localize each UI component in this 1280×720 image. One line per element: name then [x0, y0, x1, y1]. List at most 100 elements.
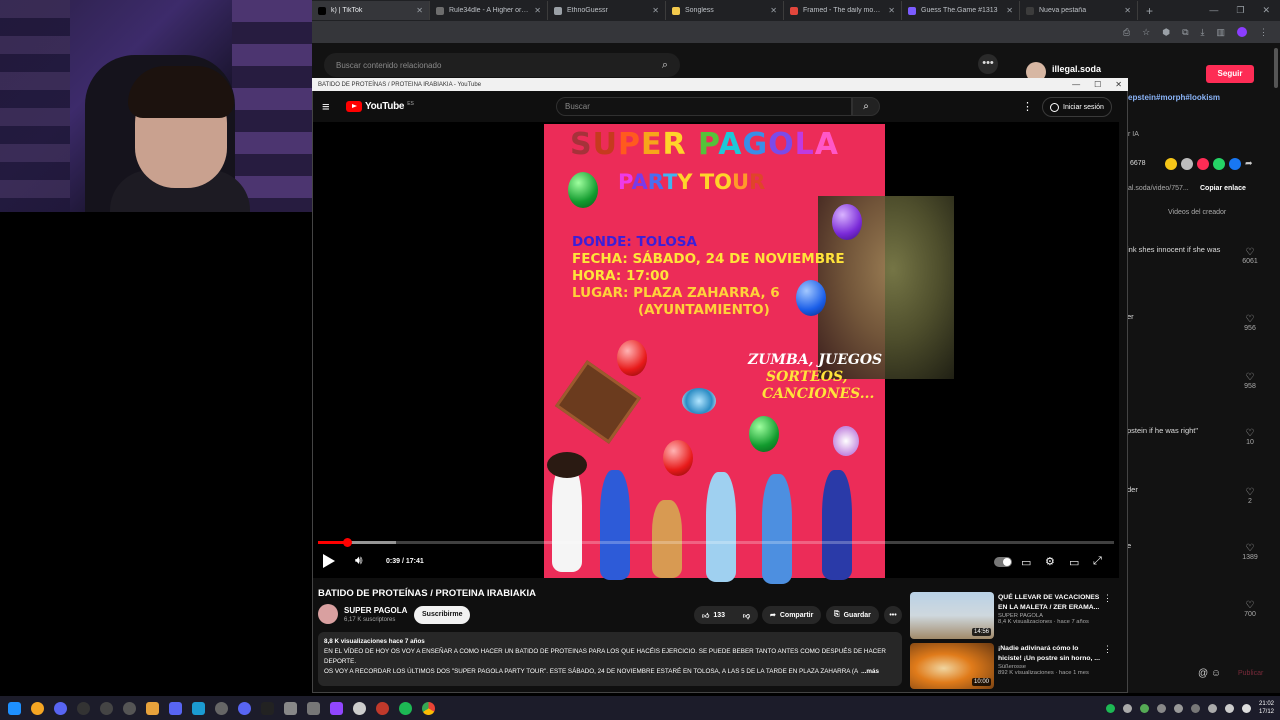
- share-button[interactable]: ➦ Compartir: [762, 606, 822, 624]
- hamburger-menu-icon[interactable]: ≡: [322, 99, 330, 114]
- youtube-logo[interactable]: YouTube ES: [346, 101, 414, 112]
- puzzle-icon[interactable]: ⧉: [1182, 27, 1188, 38]
- wifi-icon[interactable]: [1224, 703, 1234, 713]
- follow-button[interactable]: Seguir: [1206, 65, 1254, 83]
- emoji-icon[interactable]: @ ☺: [1198, 668, 1221, 679]
- whatsapp-icon[interactable]: [1213, 158, 1225, 170]
- recommendation-title[interactable]: QUÉ LLEVAR DE VACACIONES EN LA MALETA / …: [998, 593, 1100, 613]
- browser-tab[interactable]: Guess The.Game #1313 ✕: [902, 1, 1020, 20]
- fullscreen-icon[interactable]: ⤢: [1093, 555, 1102, 568]
- maximize-icon[interactable]: ❐: [1236, 5, 1244, 16]
- like-count[interactable]: 133: [713, 612, 725, 619]
- dislike-icon[interactable]: 👎︎: [743, 611, 750, 620]
- comment-like-button[interactable]: ♡ 1389: [1238, 543, 1262, 561]
- bookmark-star-icon[interactable]: ☆: [1142, 27, 1150, 38]
- volume-icon[interactable]: 🔊︎: [355, 553, 363, 568]
- forward-arrow-icon[interactable]: ➦: [1245, 158, 1253, 170]
- tiktok-search-bar[interactable]: Buscar contenido relacionado ⌕: [324, 53, 680, 77]
- minimize-icon[interactable]: —: [1072, 80, 1080, 89]
- tray-icon[interactable]: [1173, 703, 1183, 713]
- comment-like-button[interactable]: ♡ 958: [1238, 372, 1262, 390]
- spotify-icon[interactable]: [399, 701, 412, 715]
- close-tab-icon[interactable]: ✕: [652, 6, 659, 15]
- search-icon[interactable]: ⌕: [662, 59, 668, 72]
- browser-tab[interactable]: Nueva pestaña ✕: [1020, 1, 1138, 20]
- youtube-search-input[interactable]: Buscar: [556, 97, 852, 116]
- recommendation-menu-icon[interactable]: ⋮: [1103, 644, 1112, 655]
- search-icon[interactable]: ⌕: [852, 97, 880, 116]
- subtitles-icon[interactable]: ▭: [1021, 556, 1031, 569]
- maximize-icon[interactable]: ☐: [1094, 80, 1101, 89]
- app-icon[interactable]: [123, 701, 136, 715]
- browser-tab[interactable]: Songless ✕: [666, 1, 784, 20]
- app-icon[interactable]: [77, 701, 90, 715]
- comment-like-button[interactable]: ♡ 700: [1238, 600, 1262, 618]
- downloads-icon[interactable]: ⤓: [1201, 27, 1205, 38]
- signin-button[interactable]: Iniciar sesión: [1042, 97, 1112, 117]
- share-icon-yellow[interactable]: [1165, 158, 1177, 170]
- obs-icon[interactable]: [376, 701, 389, 715]
- app-icon[interactable]: [284, 701, 297, 715]
- play-icon[interactable]: [323, 554, 335, 568]
- app-icon[interactable]: [307, 701, 320, 715]
- steam-icon[interactable]: [192, 701, 205, 715]
- tray-icon[interactable]: [1207, 703, 1217, 713]
- copy-link-button[interactable]: Copiar enlace: [1200, 185, 1246, 192]
- search-icon[interactable]: [31, 701, 44, 715]
- creator-videos-tab[interactable]: Videos del creador: [1168, 209, 1226, 216]
- recommendation-title[interactable]: ¡Nadie adivinará cómo lo hiciste! ¡Un po…: [998, 644, 1100, 664]
- browser-tab[interactable]: EthnoGuessr ✕: [548, 1, 666, 20]
- subscribe-button[interactable]: Suscribirme: [414, 606, 471, 624]
- tiktok-search-input[interactable]: Buscar contenido relacionado: [336, 61, 441, 70]
- browser-tab[interactable]: k) | TikTok ✕: [312, 1, 430, 20]
- save-button[interactable]: ⎘ Guardar: [826, 606, 879, 624]
- recommendation-item[interactable]: QUÉ LLEVAR DE VACACIONES EN LA MALETA / …: [998, 593, 1100, 625]
- windows-start-icon[interactable]: [8, 701, 21, 715]
- facebook-icon[interactable]: [1229, 158, 1241, 170]
- publish-button[interactable]: Publicar: [1238, 670, 1263, 677]
- close-icon[interactable]: ✕: [1115, 80, 1122, 89]
- discord-icon[interactable]: [238, 701, 251, 715]
- close-icon[interactable]: ✕: [1262, 5, 1270, 16]
- close-tab-icon[interactable]: ✕: [534, 6, 541, 15]
- app-icon[interactable]: [146, 701, 159, 715]
- comment-like-button[interactable]: ♡ 956: [1238, 314, 1262, 332]
- theater-mode-icon[interactable]: ▭: [1069, 556, 1079, 569]
- more-options-icon[interactable]: •••: [978, 54, 998, 74]
- app-icon[interactable]: [353, 701, 366, 715]
- tray-icon[interactable]: [1190, 703, 1200, 713]
- tiktok-icon[interactable]: [261, 701, 274, 715]
- close-tab-icon[interactable]: ✕: [888, 6, 895, 15]
- close-tab-icon[interactable]: ✕: [1006, 6, 1013, 15]
- new-tab-button[interactable]: +: [1138, 4, 1161, 18]
- app-icon[interactable]: [100, 701, 113, 715]
- sidepanel-icon[interactable]: ▥: [1216, 27, 1225, 38]
- comment-like-button[interactable]: ♡ 2: [1238, 487, 1262, 505]
- video-description[interactable]: 8,8 K visualizaciones hace 7 años EN EL …: [318, 632, 902, 686]
- app-icon[interactable]: [54, 701, 67, 715]
- progress-bar[interactable]: [318, 541, 1114, 544]
- scrollbar[interactable]: [1274, 48, 1278, 88]
- app-icon[interactable]: [215, 701, 228, 715]
- channel-name[interactable]: SUPER PAGOLA: [344, 606, 407, 615]
- browser-menu-icon[interactable]: ⋮: [1259, 27, 1268, 38]
- close-tab-icon[interactable]: ✕: [1124, 6, 1131, 15]
- browser-tab[interactable]: Framed - The daily movie gues ✕: [784, 1, 902, 20]
- close-tab-icon[interactable]: ✕: [770, 6, 777, 15]
- recommendation-menu-icon[interactable]: ⋮: [1103, 593, 1112, 604]
- progress-scrubber[interactable]: [343, 538, 352, 547]
- profile-avatar[interactable]: [1237, 27, 1247, 37]
- recommendation-thumbnail[interactable]: 10:00: [910, 643, 994, 689]
- tray-icon[interactable]: [1139, 703, 1149, 713]
- tray-icon[interactable]: [1105, 703, 1115, 713]
- recommendation-thumbnail[interactable]: 14:56: [910, 592, 994, 639]
- tray-icon[interactable]: [1122, 703, 1132, 713]
- like-icon[interactable]: 👍︎: [702, 611, 709, 620]
- comment-like-button[interactable]: ♡ 10: [1238, 428, 1262, 446]
- channel-avatar[interactable]: [318, 604, 338, 624]
- tray-icon[interactable]: [1156, 703, 1166, 713]
- share-icon-grey[interactable]: [1181, 158, 1193, 170]
- settings-menu-icon[interactable]: ⋮: [1022, 100, 1033, 113]
- more-actions-icon[interactable]: •••: [884, 606, 902, 624]
- autoplay-toggle[interactable]: [994, 557, 1012, 567]
